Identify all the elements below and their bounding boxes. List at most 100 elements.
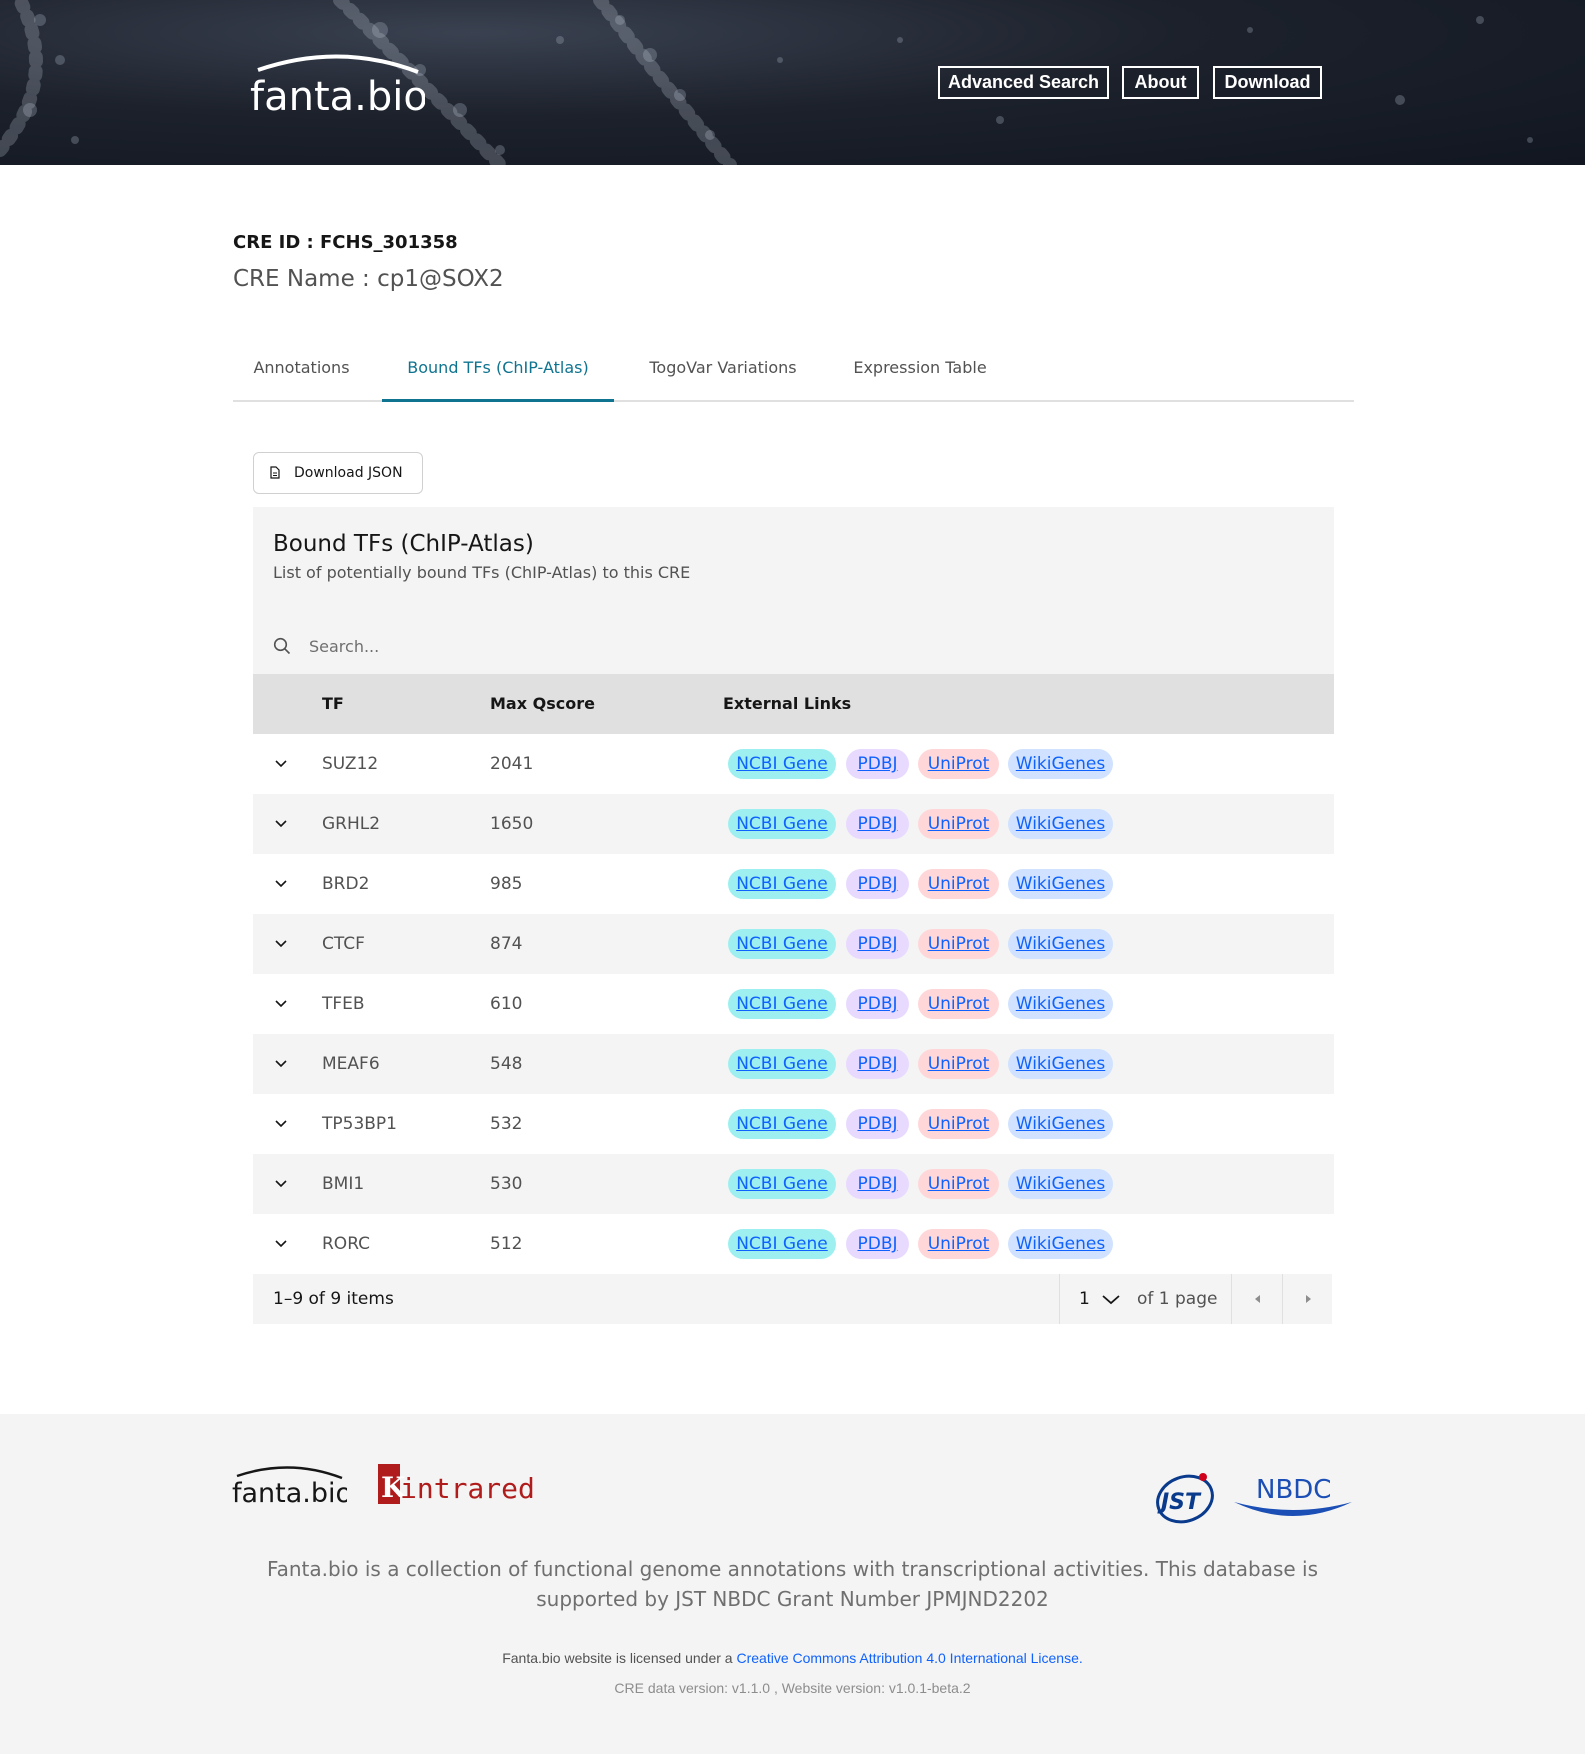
ncbi-gene-link[interactable]: NCBI Gene [728,749,836,779]
ncbi-gene-link[interactable]: NCBI Gene [728,1169,836,1199]
table-row: GRHL2 1650 NCBI Gene PDBJ UniProt WikiGenes [253,794,1334,854]
ncbi-gene-link[interactable]: NCBI Gene [728,869,836,899]
wikigenes-link[interactable]: WikiGenes [1008,1169,1113,1199]
download-json-label: Download JSON [294,465,403,481]
next-page-button[interactable] [1283,1274,1332,1324]
ncbi-gene-link[interactable]: NCBI Gene [728,1109,836,1139]
tab-bound-tfs[interactable]: Bound TFs (ChIP-Atlas) [382,340,614,402]
tf-name: CTCF [322,934,365,954]
uniprot-link[interactable]: UniProt [918,1049,999,1079]
wikigenes-link[interactable]: WikiGenes [1008,1109,1113,1139]
expand-row-chevron-icon[interactable] [273,1176,289,1192]
wikigenes-link[interactable]: WikiGenes [1008,1049,1113,1079]
max-qscore: 530 [490,1174,523,1194]
column-header-max-qscore[interactable]: Max Qscore [490,674,595,734]
table-title: Bound TFs (ChIP-Atlas) [273,531,534,557]
download-json-button[interactable]: Download JSON [253,452,423,494]
nbdc-logo[interactable]: NBDC [1232,1470,1354,1522]
fanta-bio-footer-logo[interactable]: fanta.bio [232,1462,347,1508]
pdbj-link[interactable]: PDBJ [846,1049,909,1079]
pagination-total-pages: of 1 page [1137,1289,1218,1309]
fanta-bio-logo[interactable]: fanta.bio [250,48,425,118]
svg-text:JST: JST [1157,1490,1202,1515]
intrared-logo[interactable]: K intrared [378,1464,538,1506]
pdbj-link[interactable]: PDBJ [846,749,909,779]
wikigenes-link[interactable]: WikiGenes [1008,1229,1113,1259]
tf-name: GRHL2 [322,814,381,834]
pdbj-link[interactable]: PDBJ [846,869,909,899]
pdbj-link[interactable]: PDBJ [846,809,909,839]
uniprot-link[interactable]: UniProt [918,1109,999,1139]
caret-right-icon [1306,1295,1311,1303]
wikigenes-link[interactable]: WikiGenes [1008,989,1113,1019]
jst-logo[interactable]: JST [1153,1469,1217,1525]
max-qscore: 610 [490,994,523,1014]
table-row: TP53BP1 532 NCBI Gene PDBJ UniProt WikiGenes [253,1094,1334,1154]
uniprot-link[interactable]: UniProt [918,809,999,839]
advanced-search-button[interactable]: Advanced Search [938,66,1109,99]
expand-row-chevron-icon[interactable] [273,756,289,772]
wikigenes-link[interactable]: WikiGenes [1008,809,1113,839]
table-row: MEAF6 548 NCBI Gene PDBJ UniProt WikiGenes [253,1034,1334,1094]
expand-row-chevron-icon[interactable] [273,816,289,832]
pdbj-link[interactable]: PDBJ [846,1229,909,1259]
cre-id: CRE ID : FCHS_301358 [233,232,458,253]
tf-name: SUZ12 [322,754,379,774]
expand-row-chevron-icon[interactable] [273,1116,289,1132]
page-select[interactable]: 1 [1079,1274,1090,1324]
chevron-down-icon[interactable] [1101,1292,1121,1306]
table-search [253,617,1334,674]
pdbj-link[interactable]: PDBJ [846,929,909,959]
max-qscore: 874 [490,934,523,954]
ncbi-gene-link[interactable]: NCBI Gene [728,1049,836,1079]
ncbi-gene-link[interactable]: NCBI Gene [728,1229,836,1259]
table-header: Bound TFs (ChIP-Atlas) List of potential… [253,507,1334,674]
uniprot-link[interactable]: UniProt [918,929,999,959]
pdbj-link[interactable]: PDBJ [846,1109,909,1139]
footer-license: Fanta.bio website is licensed under a Cr… [0,1650,1585,1666]
ncbi-gene-link[interactable]: NCBI Gene [728,929,836,959]
uniprot-link[interactable]: UniProt [918,1169,999,1199]
expand-row-chevron-icon[interactable] [273,1056,289,1072]
table-row: BMI1 530 NCBI Gene PDBJ UniProt WikiGenes [253,1154,1334,1214]
tab-togovar-variations[interactable]: TogoVar Variations [628,340,818,402]
document-icon [270,466,280,479]
uniprot-link[interactable]: UniProt [918,869,999,899]
download-button[interactable]: Download [1213,66,1322,99]
wikigenes-link[interactable]: WikiGenes [1008,869,1113,899]
uniprot-link[interactable]: UniProt [918,749,999,779]
table-body: SUZ12 2041 NCBI Gene PDBJ UniProt WikiGenes GR… [253,734,1334,1274]
expand-row-chevron-icon[interactable] [273,936,289,952]
wikigenes-link[interactable]: WikiGenes [1008,749,1113,779]
column-header-tf[interactable]: TF [322,674,344,734]
table-row: RORC 512 NCBI Gene PDBJ UniProt WikiGenes [253,1214,1334,1274]
max-qscore: 1650 [490,814,534,834]
tf-name: MEAF6 [322,1054,380,1074]
ncbi-gene-link[interactable]: NCBI Gene [728,989,836,1019]
pdbj-link[interactable]: PDBJ [846,989,909,1019]
license-link[interactable]: Creative Commons Attribution 4.0 Interna… [736,1650,1082,1666]
ncbi-gene-link[interactable]: NCBI Gene [728,809,836,839]
table-subtitle: List of potentially bound TFs (ChIP-Atla… [273,563,691,582]
table-row: TFEB 610 NCBI Gene PDBJ UniProt WikiGenes [253,974,1334,1034]
uniprot-link[interactable]: UniProt [918,1229,999,1259]
max-qscore: 985 [490,874,523,894]
svg-text:intrared: intrared [400,1472,535,1505]
uniprot-link[interactable]: UniProt [918,989,999,1019]
tf-name: TP53BP1 [322,1114,397,1134]
pdbj-link[interactable]: PDBJ [846,1169,909,1199]
tf-name: BMI1 [322,1174,365,1194]
expand-row-chevron-icon[interactable] [273,876,289,892]
expand-row-chevron-icon[interactable] [273,996,289,1012]
max-qscore: 2041 [490,754,534,774]
tab-annotations[interactable]: Annotations [233,340,370,402]
about-button[interactable]: About [1122,66,1199,99]
search-input[interactable] [309,627,1289,665]
max-qscore: 548 [490,1054,523,1074]
tab-expression-table[interactable]: Expression Table [830,340,1010,402]
wikigenes-link[interactable]: WikiGenes [1008,929,1113,959]
expand-row-chevron-icon[interactable] [273,1236,289,1252]
previous-page-button[interactable] [1233,1274,1282,1324]
site-header: fanta.bio Advanced Search About Download [0,0,1585,165]
footer-description: Fanta.bio is a collection of functional … [266,1557,1319,1611]
